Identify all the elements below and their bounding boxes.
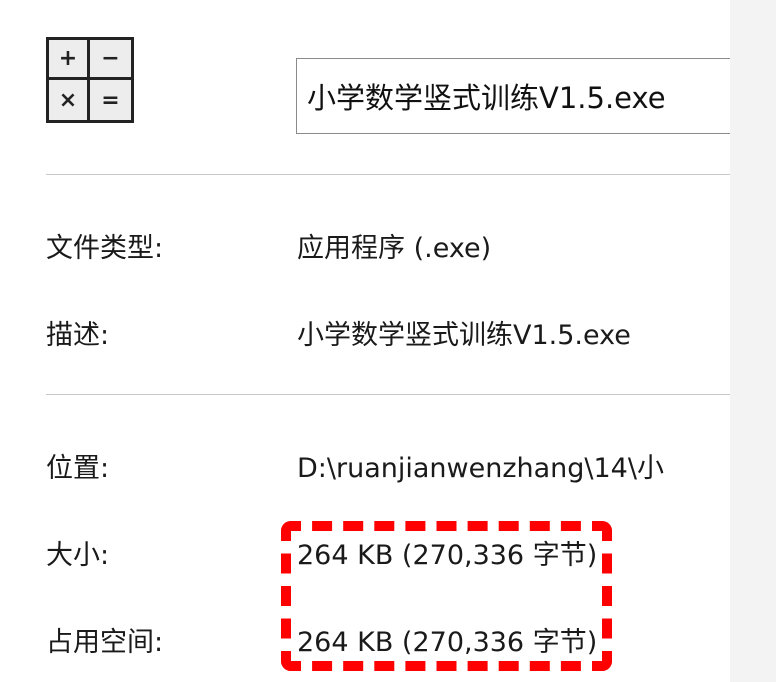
equals-symbol: = xyxy=(90,80,131,120)
minus-symbol: − xyxy=(90,40,131,80)
divider xyxy=(46,394,730,395)
description-value: 小学数学竖式训练V1.5.exe xyxy=(297,320,631,351)
size-on-disk-value: 264 KB (270,336 字节) xyxy=(297,627,598,658)
file-type-value: 应用程序 (.exe) xyxy=(297,233,492,264)
multiply-symbol: × xyxy=(49,80,90,120)
file-type-label: 文件类型: xyxy=(46,233,164,264)
calculator-keypad: + − × = xyxy=(49,40,131,120)
size-value: 264 KB (270,336 字节) xyxy=(297,540,598,571)
plus-symbol: + xyxy=(49,40,90,80)
size-label: 大小: xyxy=(46,540,110,571)
location-label: 位置: xyxy=(46,453,110,484)
filename-field[interactable] xyxy=(296,58,730,134)
calculator-icon: + − × = xyxy=(46,37,134,123)
location-value: D:\ruanjianwenzhang\14\小 xyxy=(297,453,664,484)
file-properties-panel: + − × = 文件类型: 应用程序 (.exe) 描述: 小学数学竖式训练V1… xyxy=(0,0,730,682)
description-label: 描述: xyxy=(46,320,110,351)
divider xyxy=(46,174,730,175)
size-on-disk-label: 占用空间: xyxy=(46,627,164,658)
